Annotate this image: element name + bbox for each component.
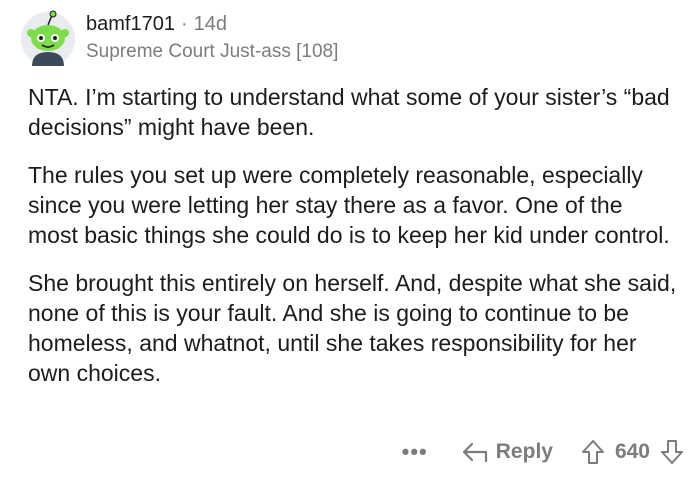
username[interactable]: bamf1701: [86, 13, 175, 35]
downvote-arrow-icon[interactable]: [660, 439, 684, 465]
comment-age: 14d: [193, 13, 228, 35]
vote-controls: 640: [581, 439, 684, 465]
comment-paragraph: The rules you set up were completely rea…: [28, 162, 670, 248]
comment-paragraph: NTA. I’m starting to understand what som…: [28, 84, 670, 140]
reply-label: Reply: [495, 440, 553, 463]
user-flair: Supreme Court Just-ass [108]: [86, 41, 339, 62]
snoo-avatar-icon[interactable]: [20, 8, 76, 66]
vote-count: 640: [614, 440, 650, 463]
reply-button[interactable]: Reply: [462, 440, 553, 464]
more-options-button[interactable]: •••: [402, 439, 428, 465]
meta-separator: ·: [180, 13, 188, 35]
comment-header: bamf1701 · 14d Supreme Court Just-ass [108…: [20, 6, 680, 68]
comment-paragraph: She brought this entirely on herself. An…: [28, 270, 677, 386]
comment-actions: ••• Reply 640: [402, 434, 684, 470]
comment-body: NTA. I’m starting to understand what som…: [28, 82, 678, 406]
reply-arrow-icon: [462, 442, 487, 463]
upvote-arrow-icon[interactable]: [581, 439, 605, 465]
